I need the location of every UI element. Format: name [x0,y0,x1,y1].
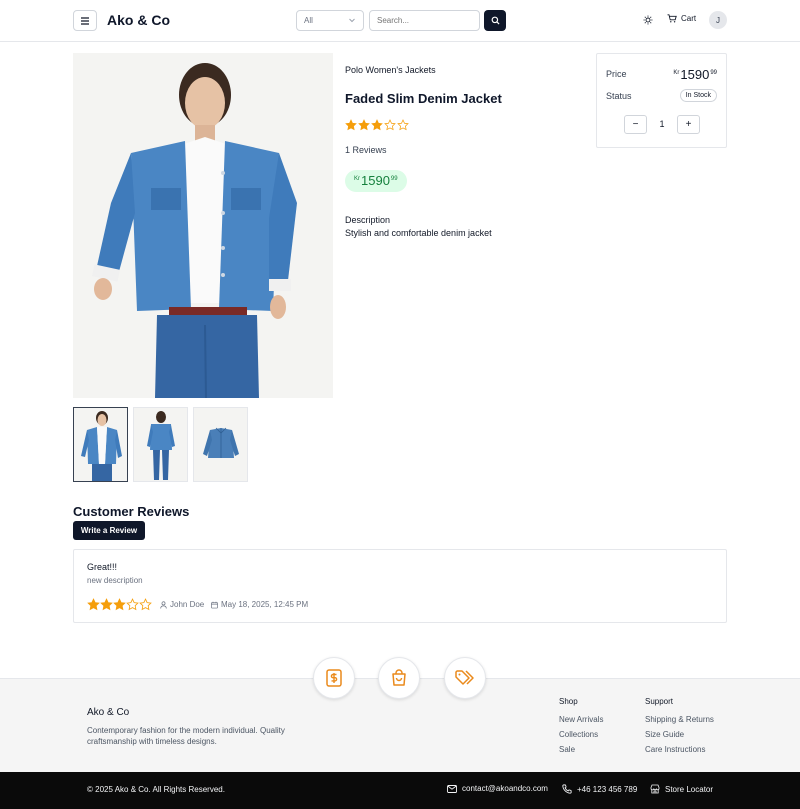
footer-shop-title: Shop [559,697,578,706]
status-label: Status [606,91,632,101]
thumbnail-1[interactable] [73,407,128,482]
copyright-text: © 2025 Ako & Co. All Rights Reserved. [87,785,225,794]
price-decimals: 99 [710,70,717,76]
review-date-text: May 18, 2025, 12:45 PM [221,600,309,609]
footer-email-link[interactable]: contact@akoandco.com [447,784,548,793]
star-empty-icon [126,598,139,611]
theme-toggle-button[interactable] [641,13,655,27]
product-title: Faded Slim Denim Jacket [345,91,502,106]
reviews-count[interactable]: 1 Reviews [345,145,387,155]
search-icon [491,16,500,25]
feature-price-badge[interactable] [313,657,355,699]
thumbnail-2[interactable] [133,407,188,482]
price-label: Price [606,69,627,79]
dollar-receipt-icon [326,669,342,687]
reviews-heading: Customer Reviews [73,504,190,519]
review-author-name: John Doe [170,600,205,609]
price-currency: Kr [673,70,680,76]
user-icon [160,600,167,609]
star-empty-icon [139,598,152,611]
quantity-value: 1 [659,119,665,129]
purchase-price: Kr 1590 99 [673,67,717,82]
cart-icon [667,14,677,23]
star-filled-icon [371,119,383,131]
review-body: new description [87,576,143,585]
brand-logo[interactable]: Ako & Co [107,12,170,28]
footer-bottom-bar: © 2025 Ako & Co. All Rights Reserved. co… [0,772,800,809]
price-amount: 1590 [680,67,710,82]
chevron-down-icon [349,18,355,23]
footer-link-shipping-returns[interactable]: Shipping & Returns [645,715,714,724]
review-title: Great!!! [87,562,118,572]
footer-email: contact@akoandco.com [462,784,548,793]
sun-icon [643,15,653,25]
feature-shopping-badge[interactable] [378,657,420,699]
model-photo [73,53,333,398]
review-author: John Doe [160,600,204,609]
category-select-value: All [304,16,313,25]
menu-button[interactable] [73,10,97,31]
footer-brand: Ako & Co [87,707,130,718]
footer-phone-link[interactable]: +46 123 456 789 [562,784,637,794]
footer-link-collections[interactable]: Collections [559,730,598,739]
price-decimals: 99 [390,176,398,182]
star-filled-icon [345,119,357,131]
category-select[interactable]: All [296,10,364,31]
cart-label: Cart [681,14,697,23]
footer-link-care-instructions[interactable]: Care Instructions [645,745,705,754]
store-locator-label: Store Locator [665,784,714,794]
price-badge: Kr 1590 99 [345,170,407,192]
footer-link-sale[interactable]: Sale [559,745,575,754]
star-filled-icon [87,598,100,611]
footer-tagline: Contemporary fashion for the modern indi… [87,726,285,746]
store-locator-link[interactable]: Store Locator [650,784,713,794]
review-rating [87,598,152,611]
phone-icon [562,784,572,794]
site-header: Ako & Co All Cart J [0,0,800,42]
price-amount: 1590 [361,173,390,188]
star-empty-icon [384,119,396,131]
feature-tags-badge[interactable] [444,657,486,699]
purchase-box: Price Kr 1590 99 Status In Stock − 1 + [596,53,727,148]
star-filled-icon [358,119,370,131]
price-currency: Kr [354,176,360,182]
stock-status-badge: In Stock [679,89,717,102]
thumbnail-back-image [134,408,187,481]
calendar-icon [211,601,218,608]
footer-link-size-guide[interactable]: Size Guide [645,730,684,739]
quantity-decrease-button[interactable]: − [624,115,647,134]
write-review-button[interactable]: Write a Review [73,521,145,540]
footer-link-new-arrivals[interactable]: New Arrivals [559,715,603,724]
search-input[interactable] [369,10,480,31]
product-rating [345,119,409,131]
store-icon [650,784,660,794]
review-card: Great!!! new description John Doe May 18… [73,549,727,623]
description-text: Stylish and comfortable denim jacket [345,228,492,238]
mail-icon [447,784,457,793]
star-empty-icon [397,119,409,131]
star-filled-icon [100,598,113,611]
product-main-image[interactable] [73,53,333,398]
price-tags-icon [455,670,474,685]
footer-phone: +46 123 456 789 [577,784,638,794]
thumbnail-3[interactable] [193,407,248,482]
shopping-bag-icon [392,669,406,686]
footer-support-title: Support [645,697,674,706]
thumbnail-flatlay-image [194,408,247,481]
cart-button[interactable]: Cart [667,14,696,23]
avatar[interactable]: J [709,11,727,29]
description-label: Description [345,215,391,225]
review-date: May 18, 2025, 12:45 PM [211,600,308,609]
thumbnail-front-image [74,408,127,481]
hamburger-icon [81,16,89,25]
star-filled-icon [113,598,126,611]
search-button[interactable] [484,10,506,31]
product-category[interactable]: Polo Women's Jackets [345,65,436,75]
quantity-increase-button[interactable]: + [677,115,700,134]
